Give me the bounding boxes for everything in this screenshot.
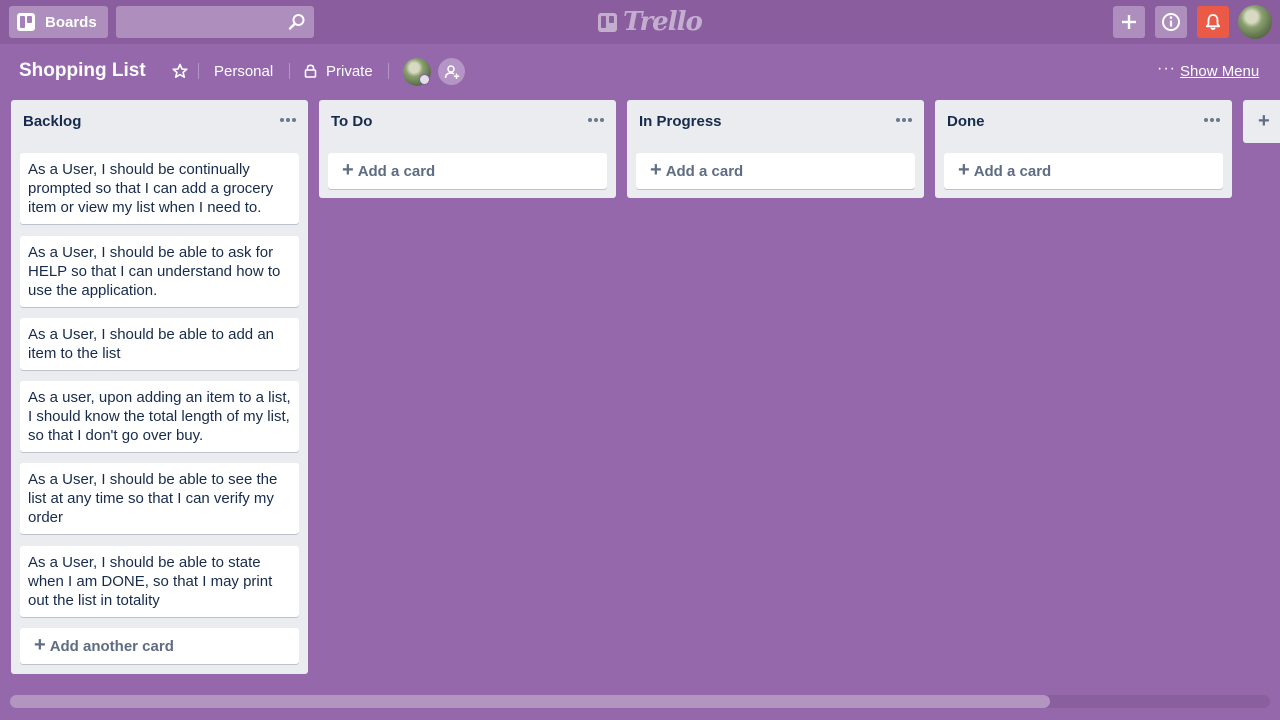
- list-header: Backlog: [11, 100, 308, 142]
- info-icon: [1162, 13, 1180, 31]
- list-in-progress[interactable]: In Progress + Add a card: [627, 100, 924, 198]
- card[interactable]: As a User, I should be continually promp…: [20, 153, 299, 224]
- add-member-icon: [444, 64, 459, 79]
- top-header: Boards Trello: [0, 0, 1280, 44]
- divider: [198, 63, 199, 79]
- add-card-label: Add another card: [49, 637, 174, 655]
- ellipsis-icon[interactable]: ···: [1157, 60, 1176, 78]
- add-card-label: Add a card: [973, 162, 1052, 180]
- plus-icon: +: [342, 159, 354, 181]
- list-done[interactable]: Done + Add a card: [935, 100, 1232, 198]
- invite-member-button[interactable]: [438, 58, 465, 85]
- show-menu-link[interactable]: Show Menu: [1180, 63, 1259, 80]
- card[interactable]: As a User, I should be able to see the l…: [20, 463, 299, 534]
- add-list-button[interactable]: +: [1243, 100, 1280, 143]
- star-icon[interactable]: [172, 63, 188, 79]
- create-button[interactable]: [1113, 6, 1145, 38]
- admin-badge-icon: [419, 74, 430, 85]
- list-menu-button[interactable]: [280, 109, 298, 125]
- list-menu-button[interactable]: [588, 109, 606, 125]
- list-header: Done: [935, 100, 1232, 142]
- divider: [388, 63, 389, 79]
- add-card-button[interactable]: + Add a card: [636, 153, 915, 189]
- list-title[interactable]: Done: [947, 113, 985, 130]
- search-box[interactable]: [116, 6, 314, 38]
- plus-icon: +: [650, 159, 662, 181]
- list-backlog[interactable]: Backlog As a User, I should be continual…: [11, 100, 308, 674]
- list-header: To Do: [319, 100, 616, 142]
- plus-icon: +: [34, 634, 46, 656]
- add-another-card-button[interactable]: + Add another card: [20, 628, 299, 664]
- list-title[interactable]: In Progress: [639, 113, 722, 130]
- board-title[interactable]: Shopping List: [19, 60, 146, 82]
- info-button[interactable]: [1155, 6, 1187, 38]
- list-to-do[interactable]: To Do + Add a card: [319, 100, 616, 198]
- list-title[interactable]: Backlog: [23, 113, 81, 130]
- plus-icon: [1122, 15, 1136, 29]
- card[interactable]: As a user, upon adding an item to a list…: [20, 381, 299, 452]
- visibility-button[interactable]: Private: [326, 63, 373, 80]
- add-card-label: Add a card: [357, 162, 436, 180]
- card[interactable]: As a User, I should be able to add an it…: [20, 318, 299, 370]
- add-card-label: Add a card: [665, 162, 744, 180]
- list-header: In Progress: [627, 100, 924, 142]
- logo-text: Trello: [623, 7, 703, 37]
- bell-icon: [1205, 14, 1221, 30]
- search-icon[interactable]: [288, 13, 306, 31]
- card[interactable]: As a User, I should be able to state whe…: [20, 546, 299, 617]
- boards-label: Boards: [45, 13, 97, 31]
- trello-logo[interactable]: Trello: [598, 7, 703, 37]
- boards-icon: [17, 13, 35, 31]
- notifications-button[interactable]: [1197, 6, 1229, 38]
- list-menu-button[interactable]: [1204, 109, 1222, 125]
- team-button[interactable]: Personal: [214, 63, 273, 80]
- plus-icon: +: [958, 159, 970, 181]
- divider: [289, 63, 290, 79]
- scrollbar-thumb[interactable]: [10, 695, 1050, 708]
- add-card-button[interactable]: + Add a card: [328, 153, 607, 189]
- list-menu-button[interactable]: [896, 109, 914, 125]
- user-avatar[interactable]: [1238, 5, 1272, 39]
- lock-icon: [304, 64, 317, 78]
- list-title[interactable]: To Do: [331, 113, 372, 130]
- card[interactable]: As a User, I should be able to ask for H…: [20, 236, 299, 307]
- plus-icon: +: [1258, 110, 1270, 132]
- add-card-button[interactable]: + Add a card: [944, 153, 1223, 189]
- boards-button[interactable]: Boards: [9, 6, 108, 38]
- search-input[interactable]: [116, 6, 314, 38]
- trello-logo-icon: [598, 12, 617, 32]
